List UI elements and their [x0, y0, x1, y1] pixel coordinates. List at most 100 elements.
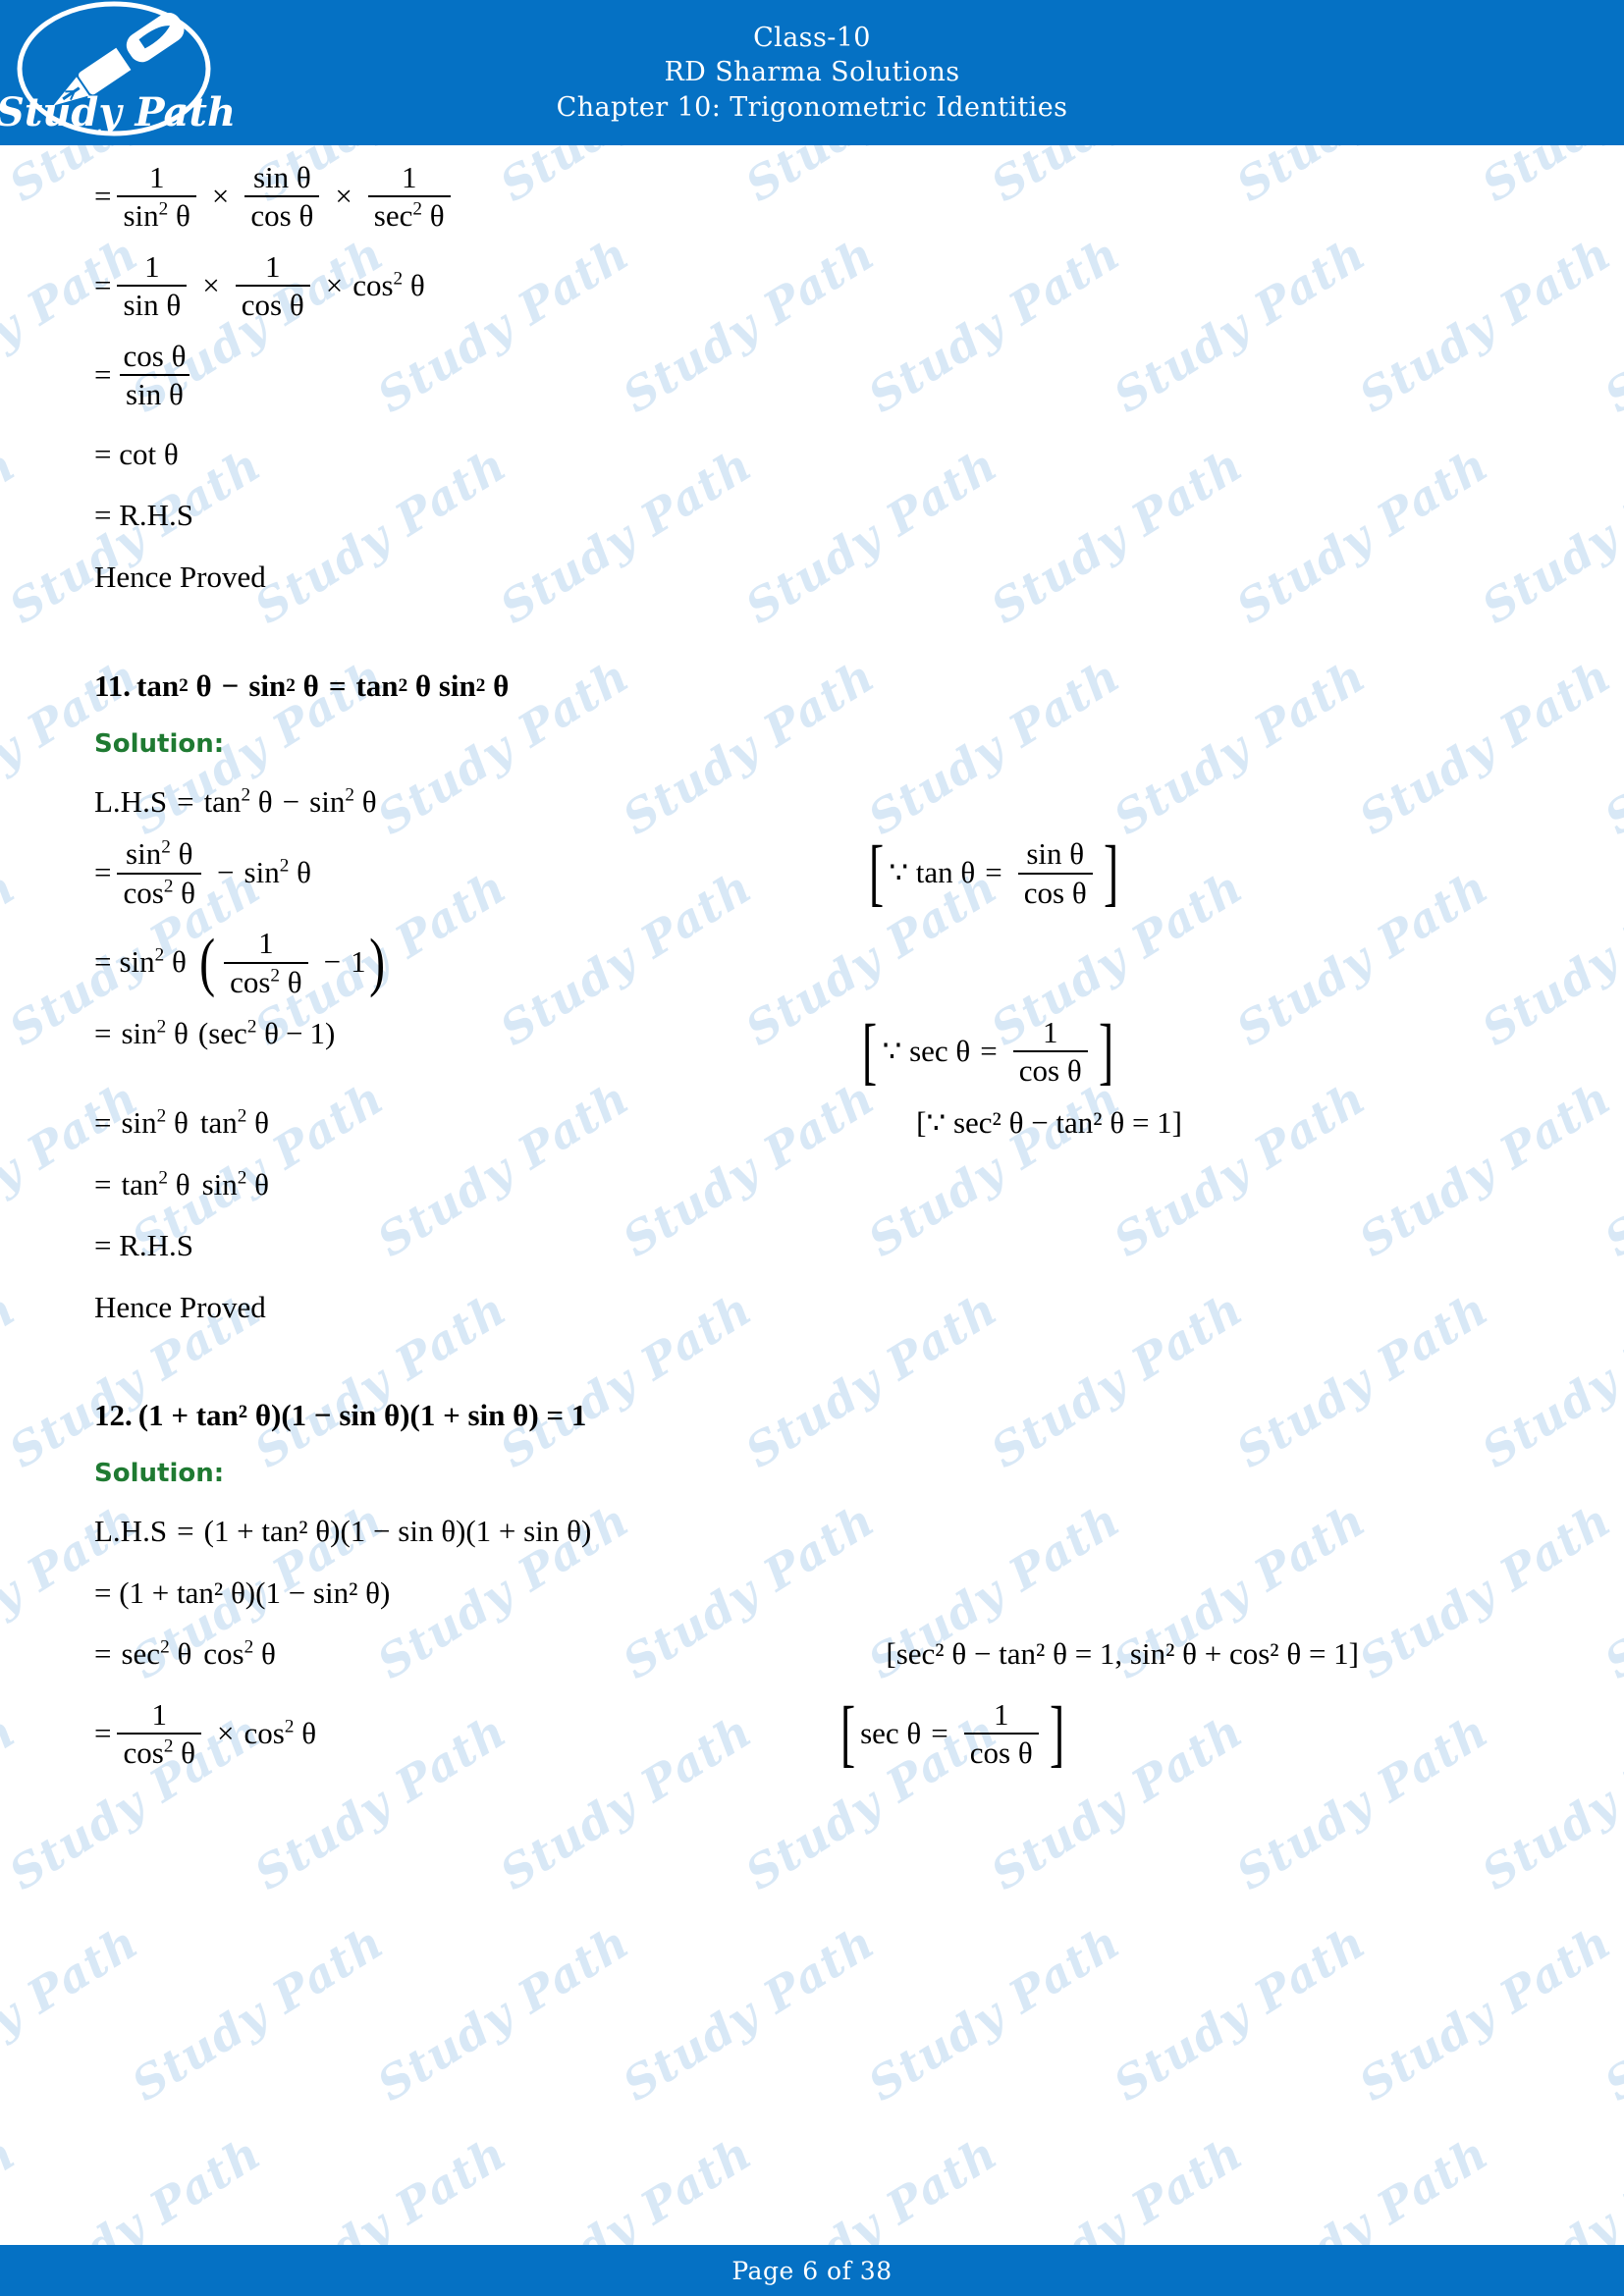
because-symbol: ∵: [889, 855, 909, 890]
equals-sign: =: [94, 1636, 112, 1672]
equals-sign: =: [94, 179, 112, 214]
denominator: cos2 θ: [117, 1733, 202, 1770]
solution-label-11: Solution:: [94, 728, 225, 759]
fraction-1-over-sec2: 1 sec2 θ: [367, 160, 451, 233]
math-line-rhs: = R.H.S: [94, 498, 194, 533]
lhs-label: L.H.S: [94, 1514, 168, 1549]
question-12-heading: 12. (1 + tan² θ)(1 − sin θ)(1 + sin θ) =…: [94, 1398, 1545, 1433]
hence-proved-label-11: Hence Proved: [94, 1289, 266, 1324]
denominator: cos2 θ: [117, 872, 202, 909]
denominator: cos θ: [244, 195, 320, 233]
header-chapter-line: Chapter 10: Trigonometric Identities: [556, 91, 1068, 123]
denominator: cos θ: [235, 285, 310, 322]
solution-label-12: Solution:: [94, 1459, 225, 1489]
note-sec-tan-identity: [∵ sec² θ − tan² θ = 1]: [916, 1104, 1182, 1140]
page-header: Study Path Class-10 RD Sharma Solutions …: [0, 0, 1624, 145]
numerator: 1: [264, 248, 281, 284]
header-titles: Class-10 RD Sharma Solutions Chapter 10:…: [245, 21, 1624, 126]
denominator: sec2 θ: [367, 195, 451, 233]
equals-sign: =: [94, 1104, 112, 1140]
right-paren: ): [368, 926, 385, 998]
times-sign: ×: [325, 268, 344, 303]
right-bracket: ]: [1103, 830, 1118, 914]
denominator: cos2 θ: [224, 961, 308, 998]
lhs-label: L.H.S: [94, 783, 168, 819]
note-tan-identity: [ ∵ tan θ = sin θ cos θ ]: [869, 830, 1118, 914]
left-bracket: [: [862, 1009, 878, 1093]
right-bracket: ]: [1049, 1691, 1064, 1775]
math-line-q12-lhs: L.H.S = (1 + tan² θ)(1 − sin θ)(1 + sin …: [94, 1514, 592, 1549]
because-symbol: ∵: [882, 1034, 902, 1069]
document-content: = 1 sin2 θ × sin θ cos θ × 1 sec2 θ = 1 …: [0, 145, 1624, 2245]
note-sec-identity: [ ∵ sec θ = 1 cos θ ]: [862, 1009, 1113, 1093]
math-line-q11-lhs: L.H.S = tan2 θ − sin2 θ: [94, 783, 377, 819]
math-line-q11-step3: = sin2 θ ( 1 cos2 θ − 1 ): [94, 926, 385, 999]
numerator: 1: [401, 160, 417, 194]
numerator: 1: [148, 160, 165, 194]
fraction-sin2-over-cos2: sin2 θ cos2 θ: [117, 836, 202, 909]
equals-sign: =: [94, 944, 112, 980]
fraction-1-over-cos2: 1 cos2 θ: [224, 927, 308, 998]
right-paren: ): [325, 1016, 336, 1050]
denominator: sin θ: [120, 374, 189, 411]
fraction-sin-over-cos: sin θ cos θ: [1017, 837, 1093, 909]
denominator: sin θ: [117, 285, 188, 322]
fraction-1-over-cos: 1 cos θ: [963, 1698, 1039, 1770]
hence-proved-label: Hence Proved: [94, 559, 266, 594]
logo-text: Study Path: [0, 89, 236, 135]
equals-sign: =: [94, 268, 112, 303]
cos-squared-term: cos2 θ: [352, 268, 425, 303]
equals-sign: =: [94, 1716, 112, 1751]
equals-sign: =: [94, 1016, 112, 1050]
equals-sign: =: [94, 357, 112, 393]
question-number: 11.: [94, 667, 132, 703]
fraction-cos-over-sin: cos θ sin θ: [117, 340, 191, 411]
numerator: sin2 θ: [126, 836, 193, 872]
numerator: sin θ: [252, 160, 311, 194]
numerator: 1: [144, 248, 160, 284]
math-line-cot: = cot θ: [94, 436, 179, 471]
fraction-sin-over-cos: sin θ cos θ: [244, 160, 320, 233]
left-bracket: [: [839, 1691, 856, 1775]
lhs-expression: (1 + tan² θ)(1 − sin θ)(1 + sin θ): [203, 1514, 592, 1549]
times-sign: ×: [335, 179, 352, 214]
right-bracket: ]: [1098, 1009, 1113, 1093]
question-statement: (1 + tan² θ)(1 − sin θ)(1 + sin θ) = 1: [137, 1398, 587, 1433]
question-number: 12.: [94, 1398, 133, 1433]
fraction-1-over-sin: 1 sin θ: [117, 248, 188, 322]
fraction-1-over-cos2: 1 cos2 θ: [117, 1698, 202, 1770]
math-line-q11-step4: = sin2 θ ( sec2 θ − 1 ) [ ∵ sec θ = 1 co…: [94, 1009, 1545, 1093]
fountain-pen-icon: Study Path: [0, 1, 236, 136]
header-book-line: RD Sharma Solutions: [664, 57, 960, 88]
fraction-1-over-sin2: 1 sin2 θ: [117, 160, 196, 233]
math-line-q12-step4: = 1 cos2 θ × cos2 θ [ sec θ = 1 cos θ ]: [94, 1691, 1545, 1775]
math-line-continued-3: = cos θ sin θ: [94, 340, 1545, 411]
question-11-heading: 11. tan 2 θ − sin 2 θ = tan 2 θ sin 2 θ: [94, 668, 1545, 704]
math-line-q11-rhs: = R.H.S: [94, 1228, 194, 1263]
fraction-1-over-cos: 1 cos θ: [1012, 1016, 1088, 1088]
math-line-q11-step5: = sin2 θ tan2 θ [∵ sec² θ − tan² θ = 1]: [94, 1104, 1182, 1140]
left-paren: (: [198, 926, 215, 998]
site-logo: Study Path: [0, 0, 245, 145]
times-sign: ×: [202, 268, 220, 303]
note-pythagorean-identities: [sec² θ − tan² θ = 1, sin² θ + cos² θ = …: [886, 1636, 1359, 1672]
header-class-line: Class-10: [753, 22, 871, 53]
math-line-q12-step2: = (1 + tan² θ)(1 − sin² θ): [94, 1575, 391, 1610]
page-footer: Page 6 of 38: [0, 2245, 1624, 2296]
denominator: sin2 θ: [117, 195, 196, 233]
numerator: cos θ: [123, 338, 187, 373]
math-line-continued-1: = 1 sin2 θ × sin θ cos θ × 1 sec2 θ: [94, 161, 1545, 233]
left-paren: (: [197, 1016, 209, 1050]
math-line-q11-step2: = sin2 θ cos2 θ − sin2 θ [ ∵ tan θ = sin…: [94, 830, 1545, 914]
fraction-1-over-cos: 1 cos θ: [235, 248, 310, 322]
left-bracket: [: [869, 830, 885, 914]
math-line-continued-2: = 1 sin θ × 1 cos θ × cos2 θ: [94, 248, 1545, 322]
question-statement: tan 2 θ − sin 2 θ = tan 2 θ sin 2 θ: [136, 667, 510, 703]
equals-sign: =: [94, 855, 112, 890]
times-sign: ×: [217, 1716, 235, 1751]
math-line-q12-step3: = sec2 θ cos2 θ [sec² θ − tan² θ = 1, si…: [94, 1636, 1359, 1672]
equals-sign: =: [94, 1166, 112, 1201]
math-line-q11-step6: = tan2 θ sin2 θ: [94, 1166, 269, 1201]
times-sign: ×: [211, 179, 230, 214]
page-number-text: Page 6 of 38: [731, 2256, 893, 2285]
